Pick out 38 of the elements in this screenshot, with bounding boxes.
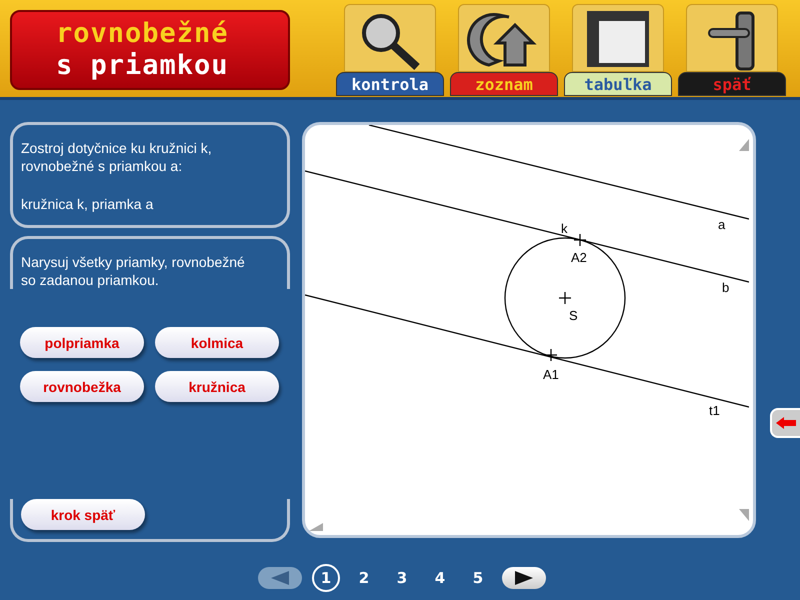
right-triangle-icon [515, 571, 533, 585]
drawing-label: A1 [543, 367, 559, 382]
magnifier-icon[interactable] [344, 4, 436, 72]
tool-button[interactable]: rovnobežka [20, 371, 144, 402]
task-text: Zostroj dotyčnice ku kružnici k, rovnobežné s priamkou a: [21, 139, 213, 175]
back-arrow-button[interactable] [770, 408, 800, 438]
point-cross [545, 349, 557, 361]
tool-tab[interactable]: zoznam [450, 72, 558, 96]
page-link[interactable]: 2 [350, 564, 378, 592]
door-handle-icon[interactable] [686, 4, 778, 72]
drawing-label: A2 [571, 250, 587, 265]
drawing-label: t1 [709, 403, 720, 418]
left-arrow-icon [776, 417, 796, 429]
point-cross [559, 292, 571, 304]
drawing-label: b [722, 280, 730, 295]
page-link[interactable]: 4 [426, 564, 454, 592]
undo-button[interactable]: krok späť [21, 499, 145, 530]
tool-button[interactable]: kružnica [155, 371, 279, 402]
hint-text: Narysuj všetky priamky, rovnobežné so zadanou priamkou. [21, 253, 246, 289]
tool-button[interactable]: kolmica [155, 327, 279, 358]
tool-tab[interactable]: kontrola [336, 72, 444, 96]
tool-button[interactable]: polpriamka [20, 327, 144, 358]
tool-tab[interactable]: tabuľka [564, 72, 672, 96]
left-triangle-icon [271, 571, 289, 585]
window-frame-icon[interactable] [572, 4, 664, 72]
title-text: s priamkou [56, 50, 230, 82]
next-button[interactable] [502, 567, 546, 589]
page-link[interactable]: 1 [312, 564, 340, 592]
drawing-label: S [569, 308, 578, 323]
drawing-label: a [718, 217, 726, 232]
page-link[interactable]: 5 [464, 564, 492, 592]
point-cross [574, 234, 586, 246]
page-link[interactable]: 3 [388, 564, 416, 592]
drawing-label: k [561, 221, 568, 236]
title-text: rovnobežné [56, 18, 230, 50]
given-text: kružnica k, priamka a [21, 195, 154, 213]
previous-button[interactable] [258, 567, 302, 589]
tool-tab[interactable]: späť [678, 72, 786, 96]
